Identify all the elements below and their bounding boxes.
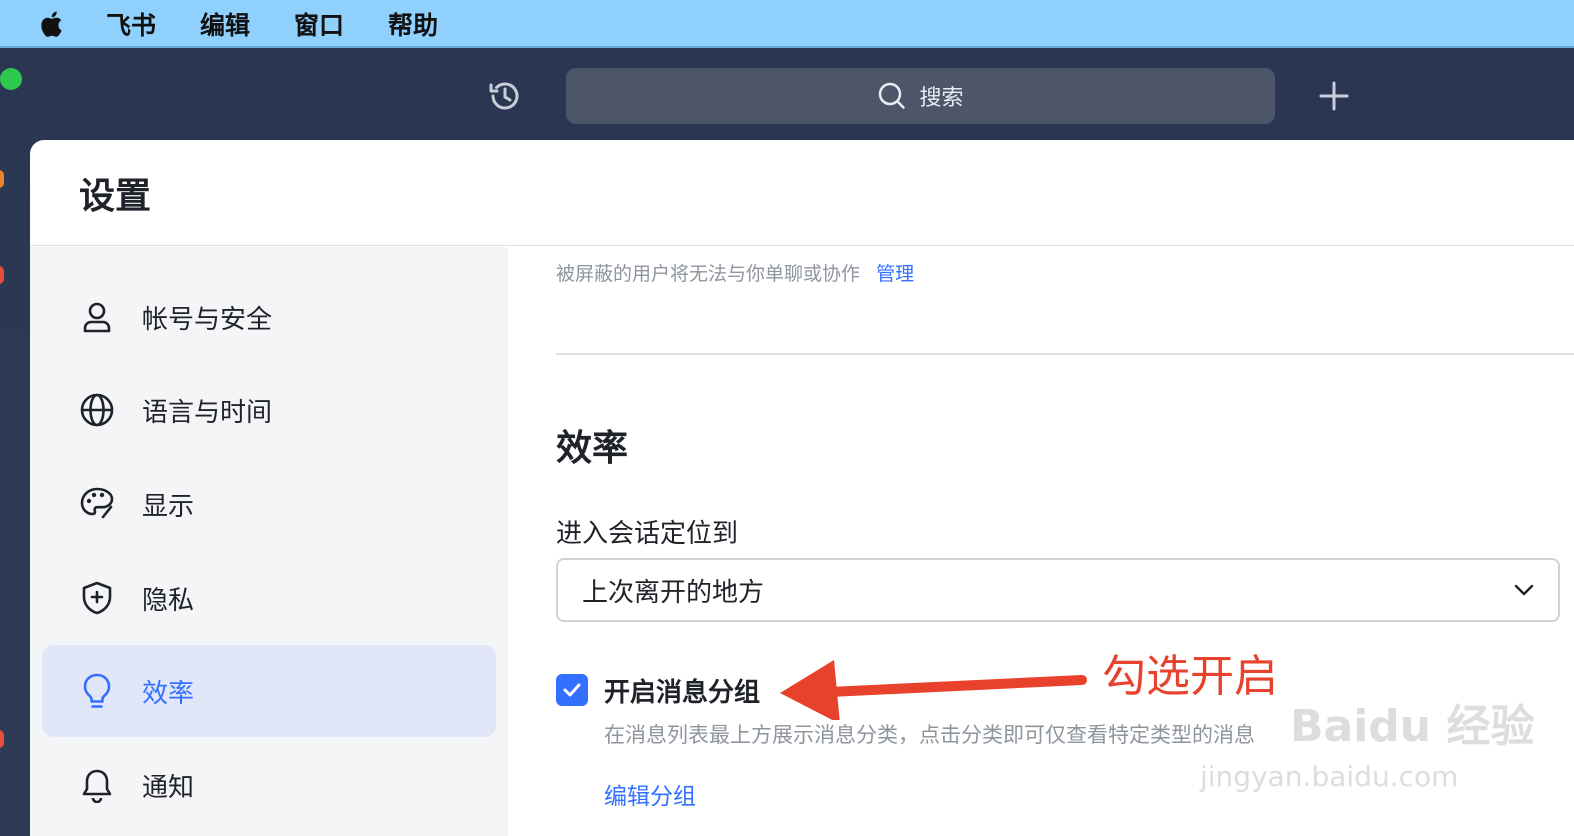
locate-chat-select[interactable]: 上次离开的地方: [556, 558, 1560, 622]
watermark-logo: Baidu 经验: [1290, 701, 1535, 752]
page-title: 设置: [79, 175, 152, 217]
edge-badge-indicator: [0, 266, 4, 284]
shield-plus-icon: [78, 579, 116, 617]
user-icon: [78, 298, 116, 336]
sidebar-item-efficiency[interactable]: 效率: [42, 645, 496, 737]
annotation-arrow: [780, 660, 1087, 720]
checkmark-icon: [563, 683, 581, 697]
sidebar-item-language-time[interactable]: 语言与时间: [42, 364, 496, 456]
message-group-description: 在消息列表最上方展示消息分类，点击分类即可仅查看特定类型的消息: [604, 723, 1255, 747]
locate-chat-label: 进入会话定位到: [556, 519, 739, 549]
sidebar-item-label: 隐私: [142, 585, 195, 616]
sidebar-item-notification[interactable]: 通知: [42, 739, 496, 831]
edge-avatar-indicator: [0, 170, 4, 188]
settings-sidebar: 帐号与安全 语言与时间 显示 隐私 效率 通知: [30, 247, 508, 836]
history-icon: [489, 82, 519, 110]
sidebar-item-account-security[interactable]: 帐号与安全: [42, 271, 496, 363]
globe-icon: [78, 391, 116, 429]
sidebar-item-label: 显示: [142, 491, 195, 522]
menu-item-edit[interactable]: 编辑: [200, 6, 250, 42]
sidebar-item-label: 语言与时间: [142, 397, 273, 428]
chevron-down-icon: [1514, 584, 1534, 596]
plus-icon: [1319, 81, 1349, 111]
menu-item-help[interactable]: 帮助: [388, 6, 438, 42]
sidebar-item-label: 帐号与安全: [142, 304, 273, 335]
new-button[interactable]: [1314, 76, 1354, 116]
sidebar-item-display[interactable]: 显示: [42, 458, 496, 550]
menu-item-feishu[interactable]: 飞书: [106, 6, 156, 42]
edit-groups-link[interactable]: 编辑分组: [604, 777, 696, 811]
history-button[interactable]: [485, 76, 525, 116]
settings-header: 设置: [30, 140, 1574, 246]
annotation-label: 勾选开启: [1102, 651, 1278, 702]
message-group-label[interactable]: 开启消息分组: [604, 672, 760, 709]
sidebar-item-label: 通知: [142, 772, 195, 803]
palette-icon: [78, 485, 116, 523]
search-bar[interactable]: 搜索: [566, 68, 1275, 124]
manage-blocked-link[interactable]: 管理: [876, 263, 914, 285]
edge-badge-indicator: [0, 730, 4, 748]
bell-icon: [78, 766, 116, 804]
search-placeholder: 搜索: [919, 86, 964, 111]
blocked-users-text: 被屏蔽的用户将无法与你单聊或协作: [556, 263, 861, 285]
menu-bar: 飞书 编辑 窗口 帮助: [0, 0, 1574, 48]
menu-item-window[interactable]: 窗口: [294, 6, 344, 42]
lightbulb-icon: [78, 672, 116, 710]
sidebar-item-label: 效率: [142, 678, 195, 709]
sidebar-item-privacy[interactable]: 隐私: [42, 552, 496, 644]
message-group-checkbox[interactable]: [556, 674, 588, 706]
section-title: 效率: [556, 428, 629, 469]
search-icon: [879, 82, 906, 109]
watermark-url: jingyan.baidu.com: [1200, 760, 1459, 793]
blocked-users-note: 被屏蔽的用户将无法与你单聊或协作 管理: [556, 259, 914, 286]
window-zoom-button[interactable]: [0, 68, 22, 90]
apple-icon[interactable]: [38, 8, 68, 40]
locate-chat-value: 上次离开的地方: [582, 577, 765, 608]
section-divider: [556, 353, 1574, 355]
